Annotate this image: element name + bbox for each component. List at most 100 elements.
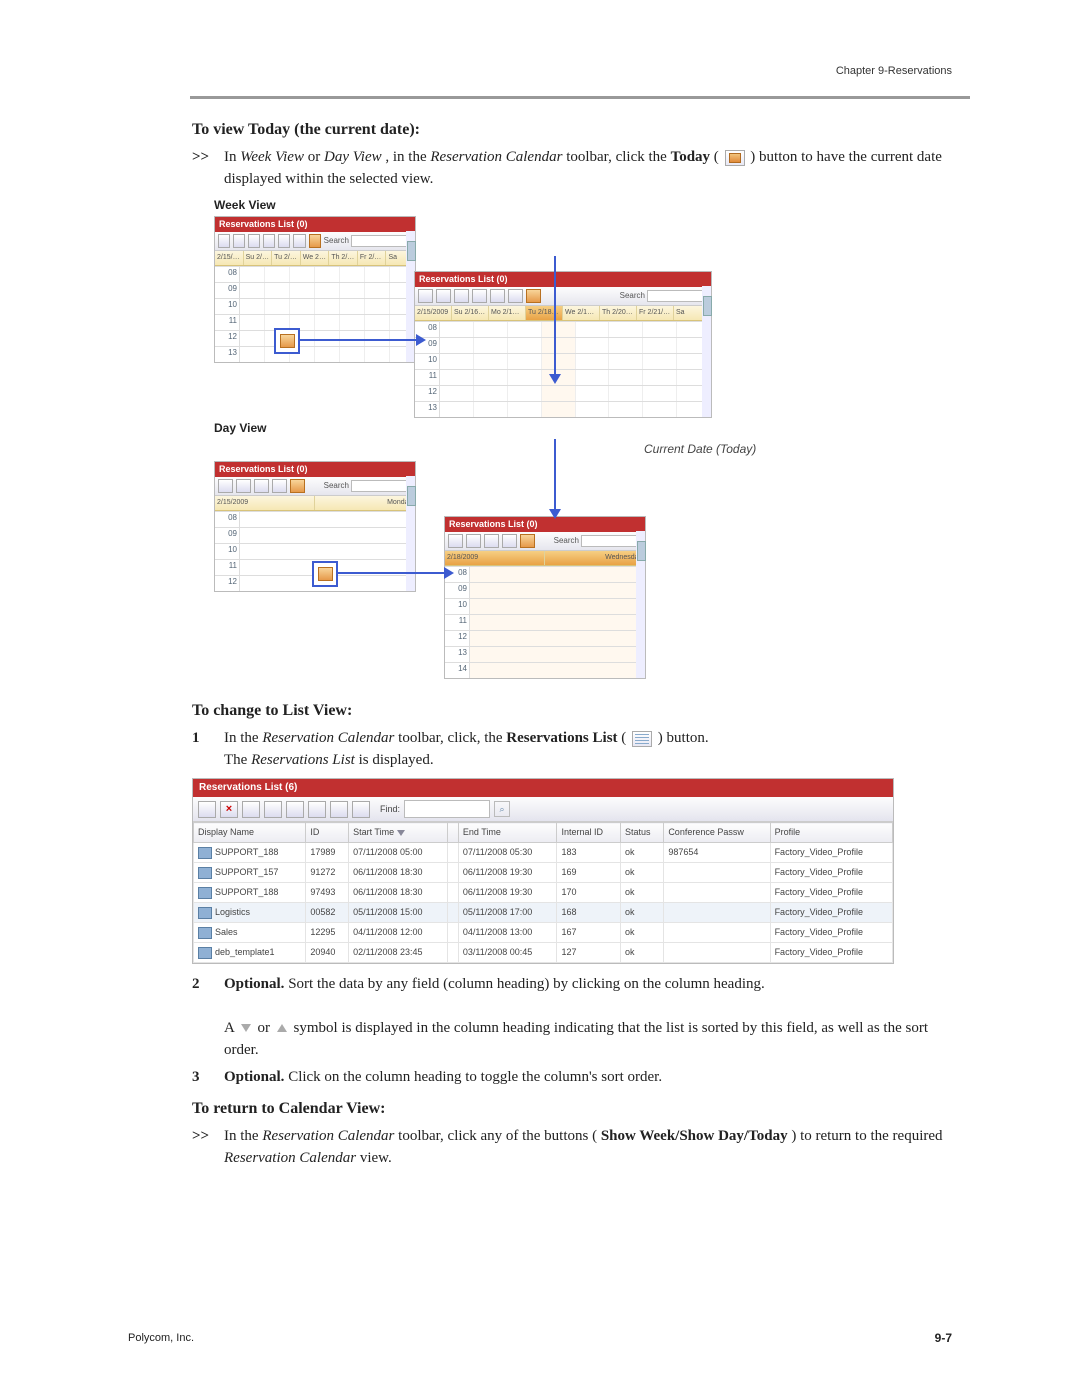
toolbar-button[interactable] xyxy=(286,801,304,818)
today-button-icon[interactable] xyxy=(290,479,305,493)
hour-label: 12 xyxy=(415,386,440,401)
toolbar-button[interactable] xyxy=(502,534,517,548)
txt: Reservations List ( xyxy=(449,519,530,529)
search-input[interactable] xyxy=(351,480,412,492)
toolbar-button[interactable] xyxy=(490,289,505,303)
day-header: 2/15/2009 Monday xyxy=(215,496,415,511)
calendar-cell xyxy=(609,370,643,385)
today-button-icon[interactable] xyxy=(309,234,321,248)
panel-toolbar: Search xyxy=(445,532,645,551)
toolbar-button[interactable] xyxy=(454,289,469,303)
toolbar-button[interactable] xyxy=(330,801,348,818)
calendar-cell xyxy=(240,512,415,527)
hour-row: 10 xyxy=(445,598,645,614)
toolbar-button[interactable] xyxy=(436,289,451,303)
hour-label: 11 xyxy=(215,560,240,575)
arrow-icon xyxy=(554,256,556,376)
hour-row: 10 xyxy=(215,543,415,559)
today-button-icon[interactable] xyxy=(520,534,535,548)
panel-toolbar: Search xyxy=(415,287,711,306)
search: Search xyxy=(324,480,412,492)
scrollbar[interactable] xyxy=(702,286,711,417)
calendar-cell xyxy=(365,299,390,314)
table-cell: 20940 xyxy=(306,943,349,963)
column-header[interactable]: Conference Passw xyxy=(664,823,770,843)
toolbar-button[interactable] xyxy=(248,234,260,248)
toolbar-button[interactable] xyxy=(264,801,282,818)
table-cell: 06/11/2008 19:30 xyxy=(458,883,557,903)
calendar-cell xyxy=(440,370,474,385)
section-today-title: To view Today (the current date): xyxy=(192,118,960,141)
column-header[interactable]: End Time xyxy=(458,823,557,843)
search-icon[interactable]: ⌕ xyxy=(494,801,510,817)
week-day-headers: 2/15/2009Su 2/16/2009Tu 2/17/2009We 2/18… xyxy=(215,251,415,266)
hour-label: 10 xyxy=(215,299,240,314)
table-row[interactable]: Sales1229504/11/2008 12:0004/11/2008 13:… xyxy=(194,923,893,943)
panel-title: Reservations List (0) xyxy=(215,217,415,232)
table-cell xyxy=(447,863,458,883)
hour-row: 09 xyxy=(445,582,645,598)
table-cell: 127 xyxy=(557,943,621,963)
column-header[interactable] xyxy=(447,823,458,843)
table-row[interactable]: SUPPORT_1881798907/11/2008 05:0007/11/20… xyxy=(194,843,893,863)
toolbar-button[interactable] xyxy=(263,234,275,248)
column-header[interactable]: Status xyxy=(620,823,663,843)
toolbar-button[interactable] xyxy=(308,801,326,818)
search-input[interactable] xyxy=(351,235,412,247)
day-date: 2/15/2009 xyxy=(215,496,315,510)
toolbar-button[interactable] xyxy=(236,479,251,493)
calendar-cell xyxy=(240,331,265,346)
txt: or xyxy=(308,149,324,165)
toolbar-button[interactable] xyxy=(278,234,290,248)
table-cell xyxy=(447,843,458,863)
toolbar-button[interactable] xyxy=(484,534,499,548)
calendar-cell xyxy=(265,299,290,314)
toolbar-button[interactable] xyxy=(508,289,523,303)
hour-row: 13 xyxy=(215,346,415,362)
toolbar-button[interactable] xyxy=(466,534,481,548)
find-input[interactable] xyxy=(404,800,490,818)
day-header-cell: 2/15/2009 xyxy=(415,306,452,320)
toolbar-button[interactable] xyxy=(272,479,287,493)
calendar-cell xyxy=(643,322,677,337)
column-header[interactable]: Display Name xyxy=(194,823,306,843)
txt: Reservations List ( xyxy=(219,219,300,229)
column-header[interactable]: Internal ID xyxy=(557,823,621,843)
toolbar-button[interactable] xyxy=(218,479,233,493)
hour-label: 10 xyxy=(215,544,240,559)
toolbar-button[interactable] xyxy=(472,289,487,303)
table-cell: 02/11/2008 23:45 xyxy=(349,943,448,963)
day-name: Wednesday xyxy=(545,551,645,565)
toolbar-button[interactable] xyxy=(198,801,216,818)
toolbar-button[interactable] xyxy=(254,479,269,493)
buttons-term: Show Week/Show Day/Today xyxy=(601,1128,788,1144)
delete-button[interactable]: × xyxy=(220,801,238,818)
toolbar-button[interactable] xyxy=(418,289,433,303)
toolbar-button[interactable] xyxy=(448,534,463,548)
search-input[interactable] xyxy=(647,290,708,302)
reservation-icon xyxy=(198,927,212,939)
toolbar-button[interactable] xyxy=(293,234,305,248)
toolbar-button[interactable] xyxy=(218,234,230,248)
toolbar-button[interactable] xyxy=(233,234,245,248)
today-button-icon[interactable] xyxy=(526,289,541,303)
calendar-cell xyxy=(542,402,576,417)
column-header[interactable]: Start Time xyxy=(349,823,448,843)
toolbar-button[interactable] xyxy=(242,801,260,818)
table-row[interactable]: SUPPORT_1579127206/11/2008 18:3006/11/20… xyxy=(194,863,893,883)
step-num: 1 xyxy=(192,728,224,772)
table-row[interactable]: Logistics0058205/11/2008 15:0005/11/2008… xyxy=(194,903,893,923)
hour-row: 11 xyxy=(445,614,645,630)
scrollbar[interactable] xyxy=(636,531,645,678)
reservations-list-panel: Reservations List (6) × Find: ⌕ Display … xyxy=(192,778,894,965)
table-row[interactable]: SUPPORT_1889749306/11/2008 18:3006/11/20… xyxy=(194,883,893,903)
search-input[interactable] xyxy=(581,535,642,547)
txt: symbol is displayed in the column headin… xyxy=(224,1020,928,1058)
table-cell: 05/11/2008 15:00 xyxy=(349,903,448,923)
week-panel-b: Reservations List (0) Search xyxy=(414,271,712,418)
column-header[interactable]: ID xyxy=(306,823,349,843)
table-row[interactable]: deb_template12094002/11/2008 23:4503/11/… xyxy=(194,943,893,963)
column-header[interactable]: Profile xyxy=(770,823,892,843)
calendar-cell xyxy=(542,338,576,353)
toolbar-button[interactable] xyxy=(352,801,370,818)
